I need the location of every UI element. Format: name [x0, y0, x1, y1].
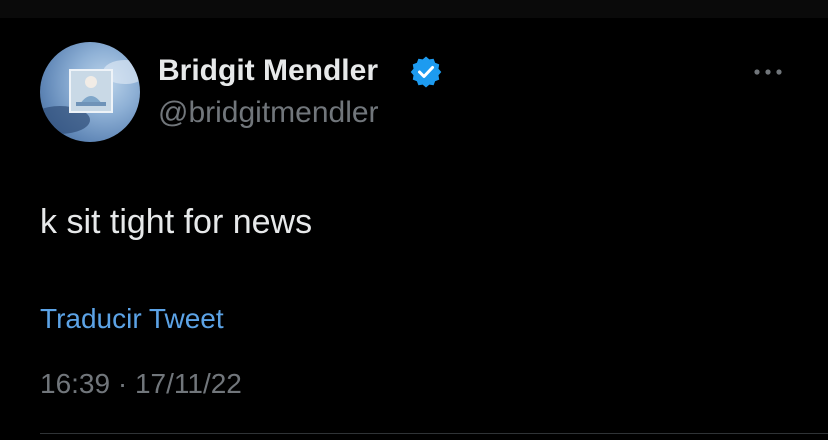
tweet-date: 17/11/22	[134, 368, 242, 399]
more-options-icon[interactable]	[750, 60, 786, 84]
verified-badge-icon	[410, 56, 442, 88]
display-name[interactable]: Bridgit Mendler	[158, 53, 378, 89]
translate-tweet-link[interactable]: Traducir Tweet	[40, 302, 224, 336]
tweet-time: 16:39	[40, 368, 111, 399]
tweet-text: k sit tight for news	[40, 203, 313, 241]
avatar-photo-icon	[40, 60, 140, 134]
divider	[40, 433, 828, 434]
user-handle[interactable]: @bridgitmendler	[158, 95, 379, 131]
timestamp-separator: ·	[117, 368, 128, 399]
avatar[interactable]	[40, 42, 140, 142]
top-strip	[0, 0, 828, 18]
tweet-timestamp[interactable]: 16:39 · 17/11/22	[40, 367, 242, 401]
